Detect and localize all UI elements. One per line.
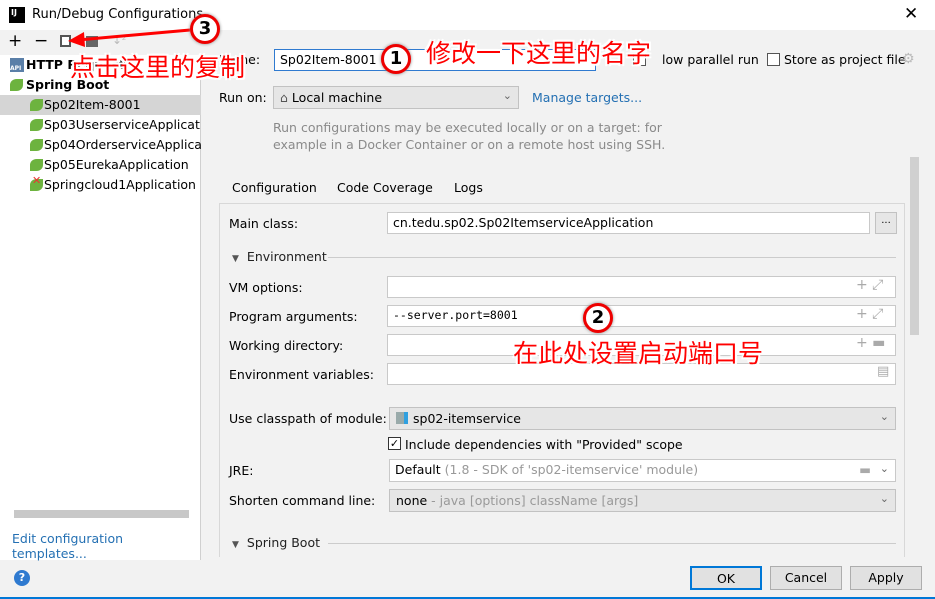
browse-button[interactable]: ... xyxy=(875,212,897,234)
manage-targets-link[interactable]: Manage targets... xyxy=(532,90,642,105)
folder-icon[interactable]: + ▬ xyxy=(856,335,885,351)
apply-button[interactable]: Apply xyxy=(850,566,922,590)
main-class-label: Main class: xyxy=(229,216,299,231)
api-icon: API xyxy=(10,58,24,72)
store-project-label: Store as project file xyxy=(784,52,906,67)
app-logo-icon: IJ xyxy=(9,7,25,23)
horizontal-scrollbar[interactable] xyxy=(14,510,189,518)
program-arguments-input[interactable]: --server.port=8001 xyxy=(387,305,896,327)
configuration-panel: Main class: cn.tedu.sp02.Sp02Itemservice… xyxy=(219,203,905,557)
chevron-down-icon: ⌄ xyxy=(879,410,889,423)
chevron-down-icon: ⌄ xyxy=(879,492,889,505)
document-icon[interactable]: ▤ xyxy=(877,364,889,379)
jre-select[interactable]: Default (1.8 - SDK of 'sp02-itemservice'… xyxy=(389,459,896,482)
tab-configuration[interactable]: Configuration xyxy=(232,180,317,195)
tree-item[interactable]: ✕ Springcloud1Application xyxy=(0,175,201,195)
edit-templates-link[interactable]: Edit configuration templates... xyxy=(12,531,200,561)
chevron-down-icon: ⌄ xyxy=(879,462,889,475)
tree-item[interactable]: Sp03UserserviceApplication xyxy=(0,115,201,135)
divider xyxy=(328,257,896,258)
vm-options-label: VM options: xyxy=(229,280,303,295)
annotation-marker-3: 3 xyxy=(190,14,220,44)
main-class-input[interactable]: cn.tedu.sp02.Sp02ItemserviceApplication xyxy=(387,212,870,234)
spring-boot-icon xyxy=(30,159,43,171)
run-on-select[interactable]: ⌂ Local machine ⌄ xyxy=(273,86,519,109)
error-mark-icon: ✕ xyxy=(32,175,42,187)
gear-icon[interactable]: ⚙ xyxy=(902,51,915,67)
shorten-label: Shorten command line: xyxy=(229,493,376,508)
run-on-description: example in a Docker Container or on a re… xyxy=(273,137,666,152)
collapse-triangle-icon: ▼ xyxy=(232,254,239,264)
program-arguments-label: Program arguments: xyxy=(229,309,358,324)
classpath-select[interactable]: sp02-itemservice ⌄ xyxy=(389,407,896,430)
spring-boot-icon xyxy=(10,79,23,91)
run-on-description: Run configurations may be executed local… xyxy=(273,120,662,135)
include-provided-checkbox[interactable]: ✓ xyxy=(388,437,401,450)
shorten-select[interactable]: none - java [options] className [args] ⌄ xyxy=(389,489,896,512)
annotation-marker-1: 1 xyxy=(381,44,411,74)
spring-boot-icon xyxy=(30,139,43,151)
annotation-copy-text: 点击这里的复制 xyxy=(70,53,246,82)
tab-logs[interactable]: Logs xyxy=(454,180,483,195)
tab-code-coverage[interactable]: Code Coverage xyxy=(337,180,433,195)
add-icon[interactable]: + xyxy=(8,31,22,51)
collapse-triangle-icon: ▼ xyxy=(232,540,239,550)
help-icon[interactable]: ? xyxy=(14,570,30,586)
spring-boot-section[interactable]: ▼ Spring Boot xyxy=(232,535,320,550)
working-directory-label: Working directory: xyxy=(229,338,344,353)
annotation-name-text: 修改一下这里的名字 xyxy=(426,39,652,68)
module-icon xyxy=(396,412,408,424)
annotation-port-text: 在此处设置启动端口号 xyxy=(513,339,764,368)
store-project-checkbox[interactable] xyxy=(767,53,780,66)
expand-icon[interactable]: + ⤢ xyxy=(856,277,883,293)
run-on-label: Run on: xyxy=(219,90,267,105)
environment-section[interactable]: ▼ Environment xyxy=(232,249,327,264)
jre-label: JRE: xyxy=(229,463,254,478)
spring-boot-icon xyxy=(30,99,43,111)
divider xyxy=(328,543,896,544)
allow-parallel-label: Allow parallel run xyxy=(650,52,759,67)
ok-button[interactable]: OK xyxy=(690,566,762,590)
expand-icon[interactable]: + ⤢ xyxy=(856,306,883,322)
environment-variables-label: Environment variables: xyxy=(229,367,374,382)
settings-scrollbar[interactable] xyxy=(910,157,919,335)
tree-item[interactable]: Sp02Item-8001 xyxy=(0,95,201,115)
vm-options-input[interactable] xyxy=(387,276,896,298)
tree-item[interactable]: Sp05EurekaApplication xyxy=(0,155,201,175)
include-provided-label: Include dependencies with "Provided" sco… xyxy=(405,437,683,452)
config-tree: API HTTP Request Spring Boot Sp02Item-800… xyxy=(0,55,201,561)
cancel-button[interactable]: Cancel xyxy=(770,566,842,590)
tree-item[interactable]: Sp04OrderserviceApplication xyxy=(0,135,201,155)
home-icon: ⌂ xyxy=(280,90,292,105)
annotation-arrow xyxy=(68,28,191,47)
spring-boot-icon xyxy=(30,119,43,131)
annotation-marker-2: 2 xyxy=(583,303,613,333)
classpath-label: Use classpath of module: xyxy=(229,411,387,426)
folder-icon[interactable]: ▬ xyxy=(859,462,871,477)
close-icon[interactable]: ✕ xyxy=(904,4,918,24)
remove-icon[interactable]: − xyxy=(34,31,48,51)
chevron-down-icon: ⌄ xyxy=(502,89,512,102)
